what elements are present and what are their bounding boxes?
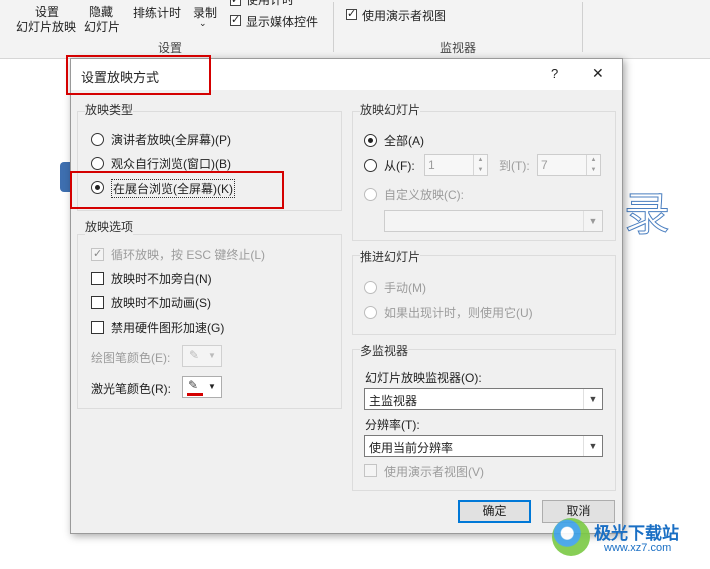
- show-slides-title: 放映幻灯片: [360, 101, 421, 118]
- presenter-view-checkbox[interactable]: [364, 464, 377, 477]
- down-arrow-icon[interactable]: ▼: [586, 165, 600, 175]
- use-timings-label: 使用计时: [246, 0, 295, 7]
- use-presenter-view-label: 使用演示者视图: [362, 9, 447, 23]
- ok-button[interactable]: 确定: [458, 500, 531, 523]
- from-stepper[interactable]: 1 ▲ ▼: [424, 154, 488, 176]
- ribbon-divider: [582, 2, 583, 52]
- no-narration-checkbox[interactable]: [91, 272, 104, 285]
- advance-slides-title: 推进幻灯片: [360, 248, 421, 265]
- watermark-logo-icon: [552, 518, 590, 556]
- resolution-value: 使用当前分辨率: [369, 441, 454, 455]
- custom-show-dropdown[interactable]: ▼: [384, 210, 603, 232]
- no-animation-checkbox[interactable]: [91, 296, 104, 309]
- monitor-dropdown[interactable]: 主监视器 ▼: [364, 388, 603, 410]
- pen-color-label: 绘图笔颜色(E):: [91, 351, 171, 365]
- resolution-dropdown[interactable]: 使用当前分辨率 ▼: [364, 435, 603, 457]
- monitor-value: 主监视器: [369, 394, 418, 408]
- to-label: 到(T):: [499, 159, 530, 173]
- use-presenter-view-checkbox[interactable]: [346, 7, 357, 20]
- chevron-down-icon: ▼: [583, 436, 602, 456]
- radio-browse-window[interactable]: [91, 157, 104, 170]
- down-arrow-icon[interactable]: ▼: [473, 165, 487, 175]
- radio-browse-window-label[interactable]: 观众自行浏览(窗口)(B): [111, 155, 231, 172]
- hide-slide-label[interactable]: 幻灯片: [84, 18, 120, 35]
- radio-presenter[interactable]: [91, 133, 104, 146]
- watermark-url: www.xz7.com: [604, 542, 672, 554]
- laser-color-swatch: [187, 393, 203, 396]
- monitor-label: 幻灯片放映监视器(O):: [365, 371, 482, 385]
- from-value: 1: [428, 158, 435, 172]
- chevron-down-icon: ▼: [208, 382, 216, 391]
- loop-label: 循环放映，按 ESC 键终止(L): [111, 248, 266, 262]
- ribbon: 设置 幻灯片放映 隐藏 幻灯片 排练计时 录制 ⌄ 使用计时 显示媒体控件 使用…: [0, 0, 710, 59]
- setup-slideshow-label[interactable]: 幻灯片放映: [16, 18, 76, 35]
- resolution-label: 分辨率(T):: [365, 418, 420, 432]
- group-setup-label: 设置: [158, 41, 183, 55]
- radio-all-slides[interactable]: [364, 134, 377, 147]
- rehearse-timings-button[interactable]: 排练计时: [133, 4, 181, 21]
- to-value: 7: [541, 158, 548, 172]
- laser-color-label: 激光笔颜色(R):: [91, 382, 171, 396]
- pen-icon: ✎: [189, 348, 200, 362]
- use-timings-checkbox[interactable]: [230, 0, 241, 6]
- radio-custom-show[interactable]: [364, 188, 377, 201]
- help-button[interactable]: ?: [551, 66, 558, 81]
- show-type-title: 放映类型: [85, 101, 134, 118]
- record-dropdown-icon[interactable]: ⌄: [199, 18, 207, 29]
- radio-all-slides-label[interactable]: 全部(A): [384, 132, 424, 149]
- no-animation-label: 放映时不加动画(S): [111, 296, 211, 310]
- close-button[interactable]: ✕: [592, 65, 604, 82]
- setup-show-dialog: 设置放映方式 ? ✕ 放映类型 演讲者放映(全屏幕)(P) 观众自行浏览(窗口)…: [70, 58, 623, 534]
- no-narration-label: 放映时不加旁白(N): [111, 272, 212, 286]
- chevron-down-icon: ▼: [583, 211, 602, 231]
- radio-use-timings-label: 如果出现计时，则使用它(U): [384, 306, 533, 320]
- group-monitors-label: 监视器: [440, 41, 477, 55]
- watermark-title: 极光下载站: [594, 524, 679, 543]
- disable-hw-accel-label: 禁用硬件图形加速(G): [111, 321, 225, 335]
- show-options-title: 放映选项: [85, 218, 134, 235]
- highlight-dialog-title: [66, 55, 211, 95]
- show-media-controls-label: 显示媒体控件: [246, 15, 319, 29]
- ribbon-divider: [333, 2, 334, 52]
- chevron-down-icon: ▼: [208, 351, 216, 360]
- multi-monitor-title: 多监视器: [360, 342, 409, 359]
- radio-from-label[interactable]: 从(F):: [384, 157, 415, 174]
- slide-title-fragment: 录: [624, 187, 671, 242]
- radio-from-slides[interactable]: [364, 159, 377, 172]
- show-media-controls-checkbox[interactable]: [230, 13, 241, 26]
- radio-use-timings[interactable]: [364, 306, 377, 319]
- loop-checkbox[interactable]: [91, 247, 104, 261]
- paint-bucket-icon: ✎: [188, 378, 199, 392]
- radio-manual[interactable]: [364, 281, 377, 294]
- laser-color-button[interactable]: ✎ ▼: [182, 376, 222, 398]
- radio-presenter-label[interactable]: 演讲者放映(全屏幕)(P): [111, 131, 231, 148]
- highlight-kiosk-option: [70, 171, 284, 209]
- up-arrow-icon[interactable]: ▲: [586, 155, 600, 165]
- up-arrow-icon[interactable]: ▲: [473, 155, 487, 165]
- chevron-down-icon: ▼: [583, 389, 602, 409]
- presenter-view-label: 使用演示者视图(V): [384, 465, 484, 479]
- disable-hw-accel-checkbox[interactable]: [91, 321, 104, 334]
- pen-color-button[interactable]: ✎ ▼: [182, 345, 222, 367]
- to-stepper[interactable]: 7 ▲ ▼: [537, 154, 601, 176]
- radio-manual-label: 手动(M): [384, 281, 426, 295]
- custom-show-label: 自定义放映(C):: [384, 188, 464, 202]
